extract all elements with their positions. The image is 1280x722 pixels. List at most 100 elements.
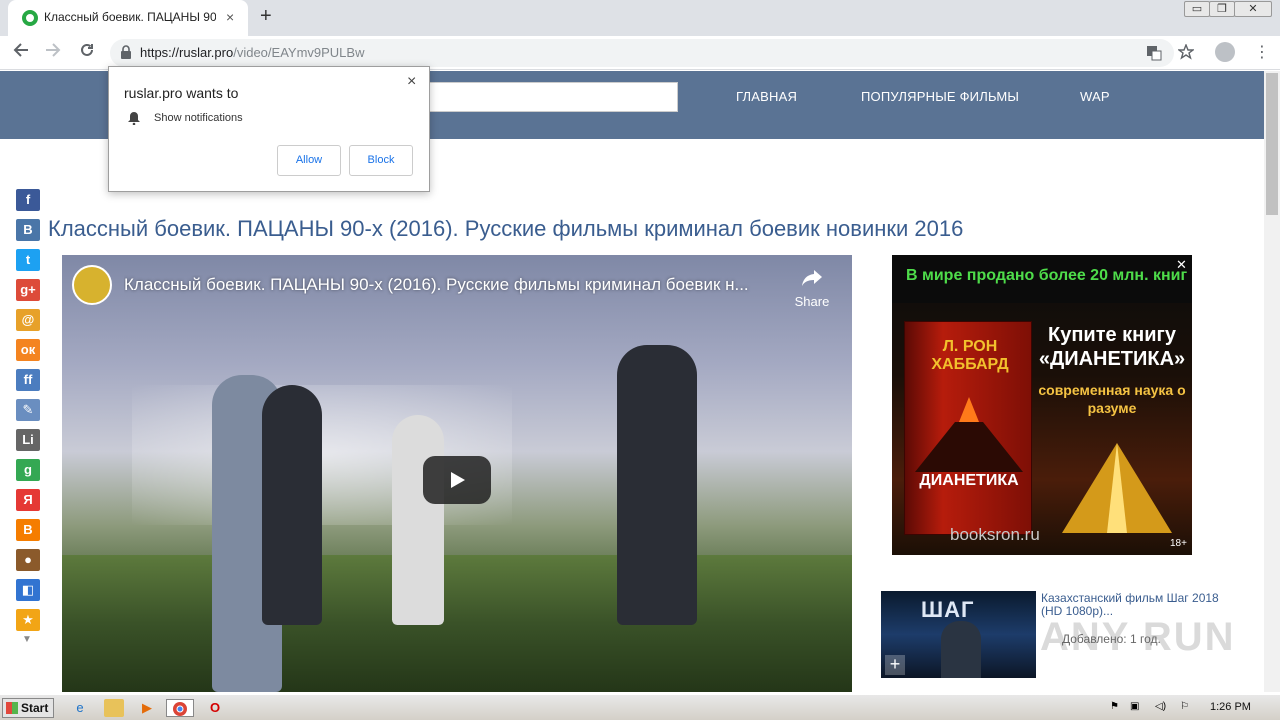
notification-close-icon[interactable]: × — [407, 73, 416, 91]
address-bar[interactable]: https://ruslar.pro/video/EAYmv9PULBw — [110, 39, 1174, 67]
url-host: https://ruslar.pro — [140, 45, 234, 60]
mailru-icon[interactable]: @ — [16, 309, 40, 331]
tab-close-icon[interactable]: × — [226, 9, 234, 25]
livejournal-icon[interactable]: ✎ — [16, 399, 40, 421]
related-thumb-title: ШАГ — [921, 597, 975, 622]
yandex-icon[interactable]: Я — [16, 489, 40, 511]
share-label: Share — [794, 294, 830, 309]
favorites-icon[interactable]: ★ — [16, 609, 40, 631]
add-playlist-icon[interactable]: + — [885, 655, 905, 675]
related-video-added: Добавлено: 1 год. — [1062, 632, 1161, 646]
forward-button[interactable] — [44, 41, 62, 64]
allow-button[interactable]: Allow — [277, 145, 341, 176]
tab-favicon-icon — [22, 10, 38, 26]
blogger-icon[interactable]: B — [16, 519, 40, 541]
profile-avatar-icon[interactable] — [1215, 42, 1235, 62]
tab-strip: Классный боевик. ПАЦАНЫ 90-х (2... × + ▭… — [0, 0, 1280, 36]
ad-cta: Купите книгу «ДИАНЕТИКА» — [1038, 324, 1186, 370]
nav-home[interactable]: ГЛАВНАЯ — [736, 89, 797, 104]
more-share-arrow-icon[interactable]: ▼ — [22, 634, 32, 645]
video-figure — [392, 415, 444, 625]
minimize-button[interactable]: ▭ — [1184, 1, 1210, 17]
new-tab-button[interactable]: + — [260, 5, 272, 28]
url-path: /video/EAYmv9PULBw — [233, 45, 365, 60]
close-window-button[interactable]: ✕ — [1234, 1, 1272, 17]
google-plus-icon[interactable]: g+ — [16, 279, 40, 301]
video-figure — [617, 345, 697, 625]
back-button[interactable] — [12, 41, 30, 64]
video-frame-ground — [62, 555, 852, 692]
notification-flag-icon[interactable]: ⚐ — [1180, 701, 1189, 712]
notification-title: ruslar.pro wants to — [124, 85, 239, 101]
play-button[interactable] — [423, 456, 491, 504]
taskbar-clock[interactable]: 1:26 PM — [1210, 701, 1251, 713]
video-figure — [262, 385, 322, 625]
ad-headline-bar: В мире продано более 20 млн. книг — [892, 255, 1192, 303]
ad-book-cover: Л. РОН ХАББАРД ДИАНЕТИКА — [904, 321, 1032, 535]
volcano-icon — [915, 397, 1023, 472]
ad-site: booksron.ru — [950, 525, 1040, 544]
chrome-icon — [173, 702, 187, 716]
lock-icon[interactable] — [120, 45, 132, 59]
ad-close-icon[interactable]: ✕ — [1176, 257, 1187, 273]
ad-headline: В мире продано более 20 млн. книг — [906, 267, 1188, 284]
video-overlay-title[interactable]: Классный боевик. ПАЦАНЫ 90-х (2016). Рус… — [124, 275, 784, 295]
surfingbird-icon[interactable]: ● — [16, 549, 40, 571]
share-arrow-icon — [802, 270, 822, 286]
back-arrow-icon — [13, 43, 28, 57]
notification-text: Show notifications — [154, 112, 243, 124]
nav-wap[interactable]: WAP — [1080, 89, 1110, 104]
facebook-icon[interactable]: f — [16, 189, 40, 211]
start-label: Start — [21, 701, 49, 715]
ad-book-title: ДИАНЕТИКА — [919, 472, 1019, 489]
forward-arrow-icon — [46, 43, 61, 57]
tray-flag-icon[interactable]: ⚑ — [1110, 701, 1119, 712]
restore-button[interactable]: ❐ — [1209, 1, 1235, 17]
friendfeed-icon[interactable]: ff — [16, 369, 40, 391]
block-button[interactable]: Block — [349, 145, 413, 176]
media-player-icon[interactable]: ▶ — [137, 699, 157, 717]
thumbnail-figure — [941, 621, 981, 678]
twitter-icon[interactable]: t — [16, 249, 40, 271]
volume-icon[interactable]: ◁) — [1155, 701, 1166, 712]
chrome-taskbar-icon[interactable] — [166, 699, 194, 717]
liveinternet-icon[interactable]: Li — [16, 429, 40, 451]
delicious-icon[interactable]: ◧ — [16, 579, 40, 601]
system-tray: ⚑ ▣ ◁) ⚐ — [1100, 697, 1280, 719]
start-button[interactable]: Start — [2, 698, 54, 718]
ad-age-rating: 18+ — [1170, 538, 1187, 549]
notification-permission-popup: ruslar.pro wants to × Show notifications… — [108, 66, 430, 192]
opera-icon[interactable]: O — [205, 699, 225, 717]
related-video-thumbnail[interactable]: ШАГ + — [881, 591, 1036, 678]
translate-icon[interactable] — [1146, 45, 1162, 61]
ad-book-author: Л. РОН ХАББАРД — [931, 338, 1009, 373]
page-title: Классный боевик. ПАЦАНЫ 90-х (2016). Рус… — [48, 216, 964, 241]
file-explorer-icon[interactable] — [104, 699, 124, 717]
pyramid-icon — [1062, 443, 1172, 533]
ad-subtitle: современная наука о разуме — [1038, 382, 1186, 416]
bell-icon — [128, 112, 140, 125]
bookmark-star-icon[interactable] — [1178, 44, 1194, 60]
channel-logo[interactable] — [72, 265, 112, 305]
network-icon[interactable]: ▣ — [1130, 701, 1139, 712]
windows-taskbar: Start e ▶ O ⚑ ▣ ◁) ⚐ 1:26 PM — [0, 694, 1280, 720]
scrollbar-thumb[interactable] — [1266, 73, 1278, 215]
internet-explorer-icon[interactable]: e — [70, 699, 90, 717]
tab-title: Классный боевик. ПАЦАНЫ 90-х (2... — [44, 10, 216, 24]
vk-icon[interactable]: В — [16, 219, 40, 241]
odnoklassniki-icon[interactable]: ок — [16, 339, 40, 361]
reload-icon — [81, 43, 93, 56]
url-text: https://ruslar.pro/video/EAYmv9PULBw — [140, 45, 364, 60]
video-player[interactable]: Классный боевик. ПАЦАНЫ 90-х (2016). Рус… — [62, 255, 852, 692]
page-scrollbar[interactable] — [1264, 71, 1280, 692]
browser-tab[interactable]: Классный боевик. ПАЦАНЫ 90-х (2... × — [8, 0, 248, 36]
play-icon — [451, 472, 465, 488]
nav-popular-films[interactable]: ПОПУЛЯРНЫЕ ФИЛЬМЫ — [861, 89, 1019, 104]
book-ad-banner[interactable]: В мире продано более 20 млн. книг ✕ Л. Р… — [892, 255, 1192, 555]
site-search-input[interactable] — [420, 82, 678, 112]
google-bookmarks-icon[interactable]: g — [16, 459, 40, 481]
video-share-button[interactable]: Share — [790, 269, 834, 309]
browser-toolbar: https://ruslar.pro/video/EAYmv9PULBw ⋮ — [0, 36, 1280, 70]
menu-kebab-icon[interactable]: ⋮ — [1254, 42, 1270, 62]
reload-button[interactable] — [78, 41, 96, 64]
